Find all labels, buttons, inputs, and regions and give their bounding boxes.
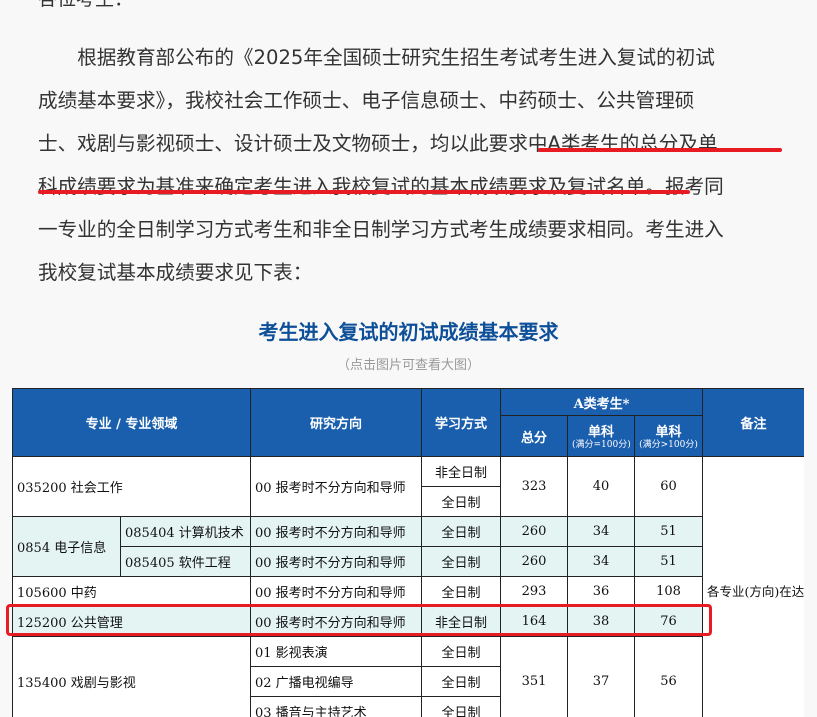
cell-mode: 全日制 xyxy=(421,546,501,577)
cell-direction: 00 报考时不分方向和导师 xyxy=(250,576,422,607)
cell-single-over100: 60 xyxy=(633,456,704,517)
header-remark: 备注 xyxy=(702,388,804,457)
paragraph-line: 根据教育部公布的《2025年全国硕士研究生招生考试考生进入复试的初试 xyxy=(77,46,715,69)
cell-mode: 全日制 xyxy=(421,516,501,547)
cell-direction: 00 报考时不分方向和导师 xyxy=(250,546,422,577)
paragraph-line: 成绩基本要求》，我校社会工作硕士、电子信息硕士、中药硕士、公共管理硕 xyxy=(38,89,695,112)
paragraph-line: 科成绩要求为基准来确定考生进入我校复试的基本成绩要求及复试名单。报考同 xyxy=(38,175,724,198)
header-a-group: A类考生* xyxy=(499,388,704,416)
header-direction: 研究方向 xyxy=(250,388,422,457)
red-underline-2 xyxy=(38,190,690,194)
header-single-over100-note: (满分>100分) xyxy=(639,440,698,450)
intro-paragraph: 根据教育部公布的《2025年全国硕士研究生招生考试考生进入复试的初试 成绩基本要… xyxy=(38,36,782,294)
cell-major: 035200 社会工作 xyxy=(12,456,251,517)
header-single-100-note: (满分=100分) xyxy=(572,440,631,450)
table-row: 035200 社会工作 00 报考时不分方向和导师 非全日制 323 40 60… xyxy=(12,456,804,717)
cell-total: 351 xyxy=(500,636,568,717)
header-single-over100: 单科 (满分>100分) xyxy=(633,415,704,457)
cell-direction: 01 影视表演 xyxy=(250,636,422,667)
cell-single-100: 36 xyxy=(567,576,635,607)
cell-total: 260 xyxy=(500,516,568,547)
cell-mode: 全日制 xyxy=(421,576,501,607)
cell-total: 293 xyxy=(500,576,568,607)
cell-sub-major: 085404 计算机技术 xyxy=(120,516,251,547)
header-single-100-label: 单科 xyxy=(587,425,614,440)
cell-mode: 全日制 xyxy=(421,696,501,717)
red-underline-1 xyxy=(538,148,782,152)
header-mode: 学习方式 xyxy=(421,388,501,457)
cell-mode: 全日制 xyxy=(421,486,501,517)
cell-single-100: 34 xyxy=(567,516,635,547)
cell-single-over100: 56 xyxy=(633,636,704,717)
header-single-100: 单科 (满分=100分) xyxy=(567,415,635,457)
table-title: 考生进入复试的初试成绩基本要求 xyxy=(258,320,559,344)
article: 各位考生： 根据教育部公布的《2025年全国硕士研究生招生考试考生进入复试的初试… xyxy=(0,0,817,717)
cell-single-100: 40 xyxy=(567,456,635,517)
cell-single-over100: 108 xyxy=(633,576,704,607)
cell-mode: 全日制 xyxy=(421,636,501,667)
header-total: 总分 xyxy=(500,415,568,457)
cell-single-100: 34 xyxy=(567,546,635,577)
cell-sub-major: 085405 软件工程 xyxy=(120,546,251,577)
cell-total: 260 xyxy=(500,546,568,577)
table-row: 0854 电子信息 085404 计算机技术 00 报考时不分方向和导师 全日制… xyxy=(12,516,805,577)
table-caption[interactable]: （点击图片可查看大图） xyxy=(0,354,817,373)
score-table: 专业 / 专业领域 研究方向 学习方式 A类考生* 备注 总分 单科 (满分=10… xyxy=(12,388,804,717)
cell-mode: 全日制 xyxy=(421,666,501,697)
header-major: 专业 / 专业领域 xyxy=(12,388,251,457)
table-row: 105600 中药 00 报考时不分方向和导师 全日制 293 36 108 xyxy=(12,576,805,607)
cell-single-over100: 51 xyxy=(633,516,704,547)
header-single-over100-label: 单科 xyxy=(655,425,682,440)
table-row: 135400 戏剧与影视 01 影视表演 全日制 351 37 56 xyxy=(12,636,805,717)
cell-direction: 00 报考时不分方向和导师 xyxy=(250,456,422,517)
cell-remark: 各专业(方向)在达到学校复试分数基本要求的生源充足的情况下，可根据本学科、专业特… xyxy=(702,456,804,717)
cell-direction: 02 广播电视编导 xyxy=(250,666,422,697)
cell-direction: 00 报考时不分方向和导师 xyxy=(250,516,422,547)
paragraph-line: 一专业的全日制学习方式考生和非全日制学习方式考生成绩要求相同。考生进入 xyxy=(38,218,724,241)
table-row: 085405 软件工程 00 报考时不分方向和导师 全日制 260 34 51 xyxy=(13,546,805,577)
cell-direction: 03 播音与主持艺术 xyxy=(250,696,422,717)
cell-major: 105600 中药 xyxy=(12,576,251,607)
cell-single-100: 37 xyxy=(567,636,635,717)
cell-total: 323 xyxy=(500,456,568,517)
paragraph-line: 士、戏剧与影视硕士、设计硕士及文物硕士，均以此要求中A类考生的总分及单 xyxy=(38,132,718,155)
greeting: 各位考生： xyxy=(38,0,133,11)
score-table-image[interactable]: 专业 / 专业领域 研究方向 学习方式 A类考生* 备注 总分 单科 (满分=10… xyxy=(12,388,804,717)
cell-mode: 非全日制 xyxy=(421,456,501,487)
cell-major: 0854 电子信息 xyxy=(12,516,121,577)
cell-single-over100: 51 xyxy=(633,546,704,577)
paragraph-line: 我校复试基本成绩要求见下表： xyxy=(38,261,313,284)
cell-major: 135400 戏剧与影视 xyxy=(12,636,251,717)
highlight-box-public-admin xyxy=(6,604,712,636)
